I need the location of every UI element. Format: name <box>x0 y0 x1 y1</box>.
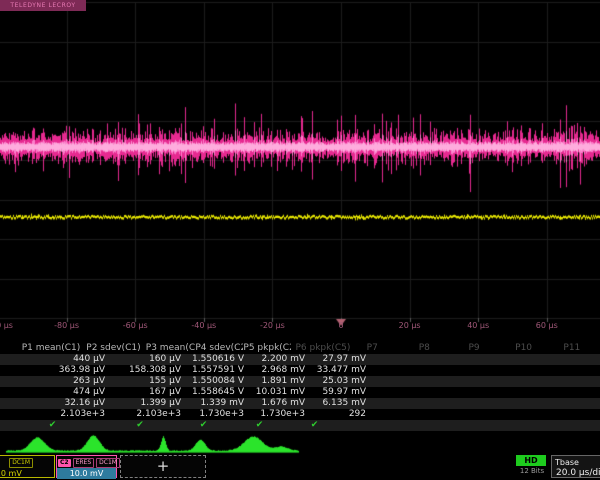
time-axis: -100 µs -80 µs -60 µs -40 µs -20 µs 0 20 µs 40 … <box>0 319 600 333</box>
measure-column-header[interactable]: P1 mean(C1) <box>0 343 86 354</box>
measure-column-header-inactive[interactable]: P8 <box>415 343 465 354</box>
measure-row-value: 440 µV160 µV1.550616 V2.200 mV27.97 mV <box>0 354 600 365</box>
measure-value: 363.98 µV <box>0 365 111 376</box>
measure-value: 158.308 µV <box>111 365 187 376</box>
time-axis-tick-label: 60 µs <box>536 321 558 330</box>
measure-value: 2.103e+3 <box>111 409 187 420</box>
measure-row-mean: 363.98 µV158.308 µV1.557591 V2.968 mV33.… <box>0 365 600 376</box>
measure-column-header[interactable]: P5 pkpk(C2) <box>243 343 291 354</box>
measure-value: 1.550616 V <box>187 354 250 365</box>
measure-column-header[interactable]: P4 sdev(C2) <box>195 343 243 354</box>
measure-value: 2.200 mV <box>250 354 311 365</box>
measure-status-check-icon: ✔ <box>232 420 287 431</box>
measure-value: 2.103e+3 <box>0 409 111 420</box>
measure-value: 10.031 mV <box>250 387 311 398</box>
measure-status-check-icon: ✔ <box>175 420 232 431</box>
measure-row-num: 2.103e+32.103e+31.730e+31.730e+3292 <box>0 409 600 420</box>
waveform-grid-canvas[interactable] <box>0 0 600 334</box>
measure-value: 155 µV <box>111 376 187 387</box>
measure-value: 440 µV <box>0 354 111 365</box>
hd-mode-badge[interactable]: HD <box>516 455 546 466</box>
measure-value: 1.558645 V <box>187 387 250 398</box>
c2-eres-badge: ERES <box>73 458 95 468</box>
channel-c1-descriptor[interactable]: DC1M 10.0 mV <box>0 455 55 478</box>
measure-value: 32.16 µV <box>0 398 111 409</box>
time-axis-tick-label: 0 <box>338 321 343 330</box>
c1-volts-per-div: 10.0 mV <box>0 468 54 479</box>
measure-status-check-icon: ✔ <box>287 420 342 431</box>
timebase-descriptor[interactable]: Tbase 20.0 µs/div <box>551 455 600 478</box>
measure-value: 59.97 mV <box>311 387 372 398</box>
timebase-scale: 20.0 µs/div <box>552 468 600 479</box>
time-axis-tick-label: -20 µs <box>260 321 285 330</box>
time-axis-tick-label: -100 µs <box>0 321 13 330</box>
measure-column-header-inactive[interactable]: P10 <box>511 343 559 354</box>
channel-c2-descriptor[interactable]: C2 ERES DC1M 10.0 mV <box>56 455 117 478</box>
measure-column-header-inactive[interactable]: P9 <box>464 343 511 354</box>
measure-row-sdev: 32.16 µV1.399 µV1.339 mV1.676 mV6.135 mV <box>0 398 600 409</box>
measure-status-check-icon: ✔ <box>105 420 175 431</box>
time-axis-tick-label: -60 µs <box>123 321 148 330</box>
measure-value: 1.730e+3 <box>250 409 311 420</box>
measure-value: 1.891 mV <box>250 376 311 387</box>
measure-value: 1.339 mV <box>187 398 250 409</box>
measure-column-header-inactive[interactable]: P11 <box>559 343 600 354</box>
measure-value: 1.676 mV <box>250 398 311 409</box>
measure-value: 292 <box>311 409 372 420</box>
time-axis-tick-label: 40 µs <box>467 321 489 330</box>
c2-label: C2 <box>58 459 71 467</box>
measure-column-header[interactable]: P2 sdev(C1) <box>86 343 146 354</box>
timebase-title: Tbase <box>552 456 600 468</box>
measure-value: 1.550084 V <box>187 376 250 387</box>
descriptor-bar: DC1M 10.0 mV C2 ERES DC1M 10.0 mV + HD 1… <box>0 455 600 480</box>
time-axis-tick-label: -40 µs <box>191 321 216 330</box>
c1-coupling-badge: DC1M <box>9 458 33 468</box>
measure-value: 1.730e+3 <box>187 409 250 420</box>
measure-table-header-row: P1 mean(C1)P2 sdev(C1)P3 mean(C2)P4 sdev… <box>0 343 600 354</box>
top-left-watermark-label: TELEDYNE LECROY <box>0 0 86 11</box>
measure-value: 33.477 mV <box>311 365 372 376</box>
measure-row-max: 474 µV167 µV1.558645 V10.031 mV59.97 mV <box>0 387 600 398</box>
measure-value: 6.135 mV <box>311 398 372 409</box>
resolution-bits-label: 12 Bits <box>512 467 552 475</box>
measure-status-check-icon: ✔ <box>0 420 105 431</box>
measure-value: 167 µV <box>111 387 187 398</box>
measure-value: 160 µV <box>111 354 187 365</box>
add-trace-button[interactable]: + <box>120 455 206 478</box>
measure-row-min: 263 µV155 µV1.550084 V1.891 mV25.03 mV <box>0 376 600 387</box>
measure-column-header-inactive[interactable]: P7 <box>363 343 415 354</box>
time-axis-tick-label: -80 µs <box>54 321 79 330</box>
time-axis-tick-label: 20 µs <box>399 321 421 330</box>
measurement-table: P1 mean(C1)P2 sdev(C1)P3 mean(C2)P4 sdev… <box>0 343 600 431</box>
c2-volts-per-div: 10.0 mV <box>57 468 116 479</box>
c2-coupling-badge: DC1M <box>96 458 120 468</box>
measure-value: 2.968 mV <box>250 365 311 376</box>
measure-status-row: ✔✔✔✔✔ <box>0 420 600 431</box>
measure-column-header[interactable]: P3 mean(C2) <box>146 343 196 354</box>
measure-value: 25.03 mV <box>311 376 372 387</box>
measure-value: 263 µV <box>0 376 111 387</box>
oscilloscope-screen: TELEDYNE LECROY -100 µs -80 µs -60 µs -40 µ… <box>0 0 600 480</box>
measure-column-header-inactive[interactable]: P6 pkpk(C5) <box>291 343 362 354</box>
measure-value: 27.97 mV <box>311 354 372 365</box>
measure-value: 1.399 µV <box>111 398 187 409</box>
measure-value: 1.557591 V <box>187 365 250 376</box>
measure-value: 474 µV <box>0 387 111 398</box>
